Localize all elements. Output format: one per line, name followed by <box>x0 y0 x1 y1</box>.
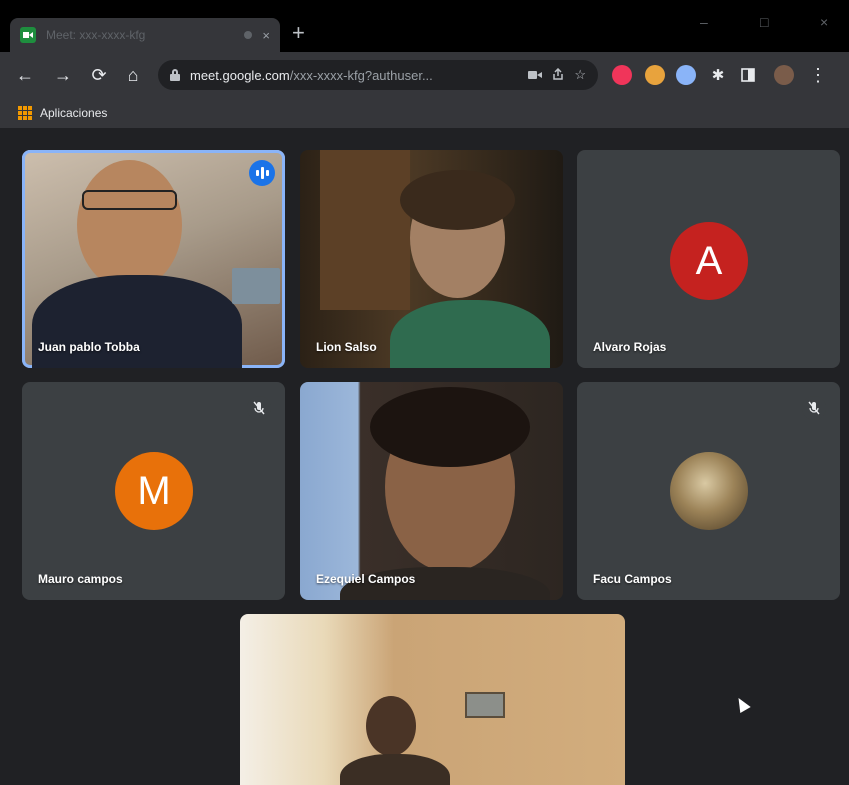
recording-dot-icon <box>244 31 253 39</box>
participant-hair <box>400 170 515 230</box>
participant-name: Mauro campos <box>38 572 123 586</box>
minimize-button[interactable]: – <box>700 14 708 30</box>
participant-tile[interactable] <box>240 614 625 785</box>
lock-icon <box>170 69 180 81</box>
camera-icon[interactable] <box>528 68 543 83</box>
profile-avatar[interactable] <box>774 65 794 85</box>
background-door <box>320 150 410 310</box>
participant-shirt <box>390 300 550 368</box>
apps-grid-icon <box>18 106 32 120</box>
participant-video <box>77 160 182 290</box>
participant-shirt <box>32 275 242 368</box>
participant-avatar: A <box>670 222 748 300</box>
wall-picture <box>465 692 505 718</box>
participant-tile[interactable]: Facu Campos <box>577 382 840 600</box>
globe-extension-icon[interactable] <box>676 65 696 85</box>
speaking-indicator-icon <box>249 160 275 186</box>
mic-off-icon <box>802 396 826 420</box>
extension-red-icon[interactable] <box>612 65 632 85</box>
tab-strip: Meet: xxx-xxxx-kfg × + – □ × <box>0 0 849 52</box>
reload-button[interactable]: ⟳ <box>88 64 110 86</box>
tab-close-icon[interactable]: × <box>262 28 270 43</box>
participant-tile[interactable]: Lion Salso <box>300 150 563 368</box>
participant-shirt <box>340 754 450 785</box>
extension-avatar-icon[interactable] <box>645 65 665 85</box>
close-window-button[interactable]: × <box>820 14 828 30</box>
url-path: /xxx-xxxx-kfg?authuser... <box>289 67 433 83</box>
participant-name: Lion Salso <box>316 340 377 354</box>
new-tab-button[interactable]: + <box>292 22 305 44</box>
address-bar[interactable]: meet.google.com /xxx-xxxx-kfg?authuser..… <box>158 60 598 90</box>
forward-button[interactable]: → <box>52 64 74 86</box>
puzzle-icon[interactable]: ✱ <box>708 65 728 85</box>
tab-title: Meet: xxx-xxxx-kfg <box>46 28 146 42</box>
bookmarks-bar: Aplicaciones <box>0 98 849 128</box>
participant-name: Juan pablo Tobba <box>38 340 140 354</box>
participant-hair <box>370 387 530 467</box>
participant-avatar-image <box>670 452 748 530</box>
menu-icon[interactable]: ⋮ <box>808 65 828 85</box>
side-panel-icon[interactable] <box>738 65 758 85</box>
maximize-button[interactable]: □ <box>760 14 768 30</box>
participant-tile[interactable]: A Alvaro Rojas <box>577 150 840 368</box>
star-icon[interactable]: ☆ <box>574 67 586 83</box>
url-host: meet.google.com <box>190 67 290 83</box>
participant-tile[interactable]: Juan pablo Tobba <box>22 150 285 368</box>
google-meet-icon <box>20 27 36 43</box>
participant-name: Alvaro Rojas <box>593 340 667 354</box>
browser-toolbar: ← → ⟳ ⌂ meet.google.com /xxx-xxxx-kfg?au… <box>0 52 849 98</box>
shelf-item <box>232 268 280 304</box>
browser-tab[interactable]: Meet: xxx-xxxx-kfg × <box>10 18 280 52</box>
back-button[interactable]: ← <box>14 64 36 86</box>
mic-off-icon <box>247 396 271 420</box>
mouse-cursor <box>733 694 751 714</box>
share-icon[interactable] <box>552 67 564 83</box>
participant-tile[interactable]: M Mauro campos <box>22 382 285 600</box>
participant-name: Facu Campos <box>593 572 672 586</box>
participant-tile[interactable]: Ezequiel Campos <box>300 382 563 600</box>
participant-name: Ezequiel Campos <box>316 572 416 586</box>
glasses <box>82 190 177 210</box>
home-button[interactable]: ⌂ <box>122 64 144 86</box>
participant-video <box>366 696 416 756</box>
participant-avatar: M <box>115 452 193 530</box>
bookmark-apps[interactable]: Aplicaciones <box>40 106 107 120</box>
